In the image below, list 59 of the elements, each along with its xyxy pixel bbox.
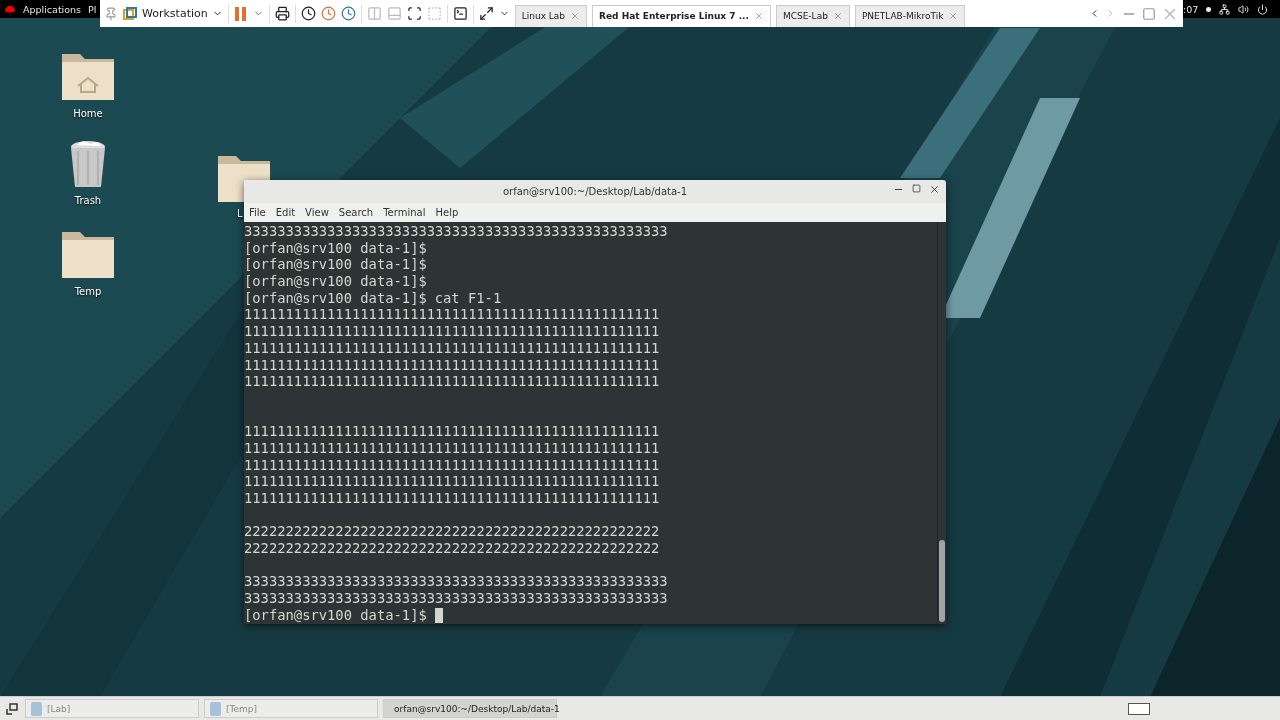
terminal-output: 11111111111111111111111111111111111111111111111111 <box>244 490 660 507</box>
terminal-prompt: [orfan@srv100 data-1]$ <box>244 273 427 290</box>
scrollbar[interactable] <box>937 222 946 624</box>
terminal-output: 11111111111111111111111111111111111111111111111111 <box>244 356 660 374</box>
pause-icon[interactable] <box>233 5 248 22</box>
terminal-output: 11111111111111111111111111111111111111111111111111 <box>244 373 660 390</box>
icon-label: Trash <box>74 195 102 206</box>
terminal-output: 11111111111111111111111111111111111111111111111111 <box>244 339 660 357</box>
terminal-output: 11111111111111111111111111111111111111111111111111 <box>244 473 660 490</box>
vm-tab[interactable]: Linux Lab <box>514 4 588 27</box>
menu-item[interactable]: Terminal <box>383 207 426 218</box>
maximize-icon[interactable] <box>912 184 921 193</box>
applications-menu[interactable]: Applications <box>23 3 82 15</box>
menu-item[interactable]: Help <box>435 207 459 218</box>
clock: :07 <box>1183 3 1199 15</box>
vm-tab[interactable]: MCSE-Lab <box>775 4 850 27</box>
menu-item[interactable]: View <box>305 207 329 218</box>
terminal-command: cat F1-1 <box>434 289 502 307</box>
icon-label: Home <box>73 108 103 119</box>
status-dot-icon <box>1206 6 1212 12</box>
terminal-output: 333333333333333333333333333333333333333333333333333 <box>244 223 668 240</box>
fullscreen-icon[interactable] <box>406 6 422 21</box>
stretch-icon[interactable] <box>478 6 494 21</box>
terminal-output: 11111111111111111111111111111111111111111111111111 <box>244 423 660 440</box>
volume-icon[interactable] <box>1238 3 1250 15</box>
maximize-icon[interactable] <box>1142 6 1156 21</box>
icon-label: Temp <box>74 286 102 297</box>
terminal-output: 11111111111111111111111111111111111111111111111111 <box>244 456 660 474</box>
menu-item[interactable]: File <box>249 207 266 218</box>
terminal-prompt: [orfan@srv100 data-1]$ <box>244 289 427 307</box>
terminal-prompt: [orfan@srv100 data-1]$ <box>244 256 427 274</box>
terminal-output: 22222222222222222222222222222222222222222222222222 <box>244 523 660 541</box>
workspace-icon[interactable] <box>1128 702 1150 715</box>
printer-icon[interactable] <box>274 6 290 21</box>
network-icon[interactable] <box>1219 3 1231 15</box>
vm-tab[interactable]: PNETLAB-MikroTik <box>854 4 966 27</box>
terminal-output: 22222222222222222222222222222222222222222222222222 <box>244 540 660 557</box>
vm-menu[interactable]: Workstation <box>142 7 223 20</box>
power-icon[interactable] <box>1257 3 1269 15</box>
menu-item[interactable]: Edit <box>275 207 296 218</box>
terminal-output: 333333333333333333333333333333333333333333333333333 <box>244 590 668 607</box>
terminal-prompt: [orfan@srv100 data-1]$ <box>244 239 427 257</box>
taskbar-item[interactable]: orfan@srv100:~/Desktop/Lab/data-1 <box>383 699 557 718</box>
menu-item[interactable]: Search <box>338 207 374 218</box>
terminal-output: 333333333333333333333333333333333333333333333333333 <box>244 573 668 591</box>
show-desktop-icon[interactable] <box>4 700 20 717</box>
close-icon[interactable] <box>929 184 940 195</box>
places-menu[interactable]: Pl <box>88 3 97 15</box>
terminal-prompt: [orfan@srv100 data-1]$ <box>244 606 427 624</box>
terminal-output: 11111111111111111111111111111111111111111111111111 <box>244 323 660 340</box>
redhat-logo-icon <box>4 4 16 14</box>
terminal-output: 11111111111111111111111111111111111111111111111111 <box>244 306 660 324</box>
console-icon[interactable] <box>452 6 468 21</box>
window-title: orfan@srv100:~/Desktop/Lab/data-1 <box>502 186 688 197</box>
icon-label: L <box>237 208 243 219</box>
trash-icon <box>68 139 108 189</box>
terminal-output: 11111111111111111111111111111111111111111111111111 <box>244 439 660 457</box>
pin-icon[interactable] <box>104 6 118 21</box>
vm-tab[interactable]: Red Hat Enterprise Linux 7 ... <box>592 4 771 27</box>
